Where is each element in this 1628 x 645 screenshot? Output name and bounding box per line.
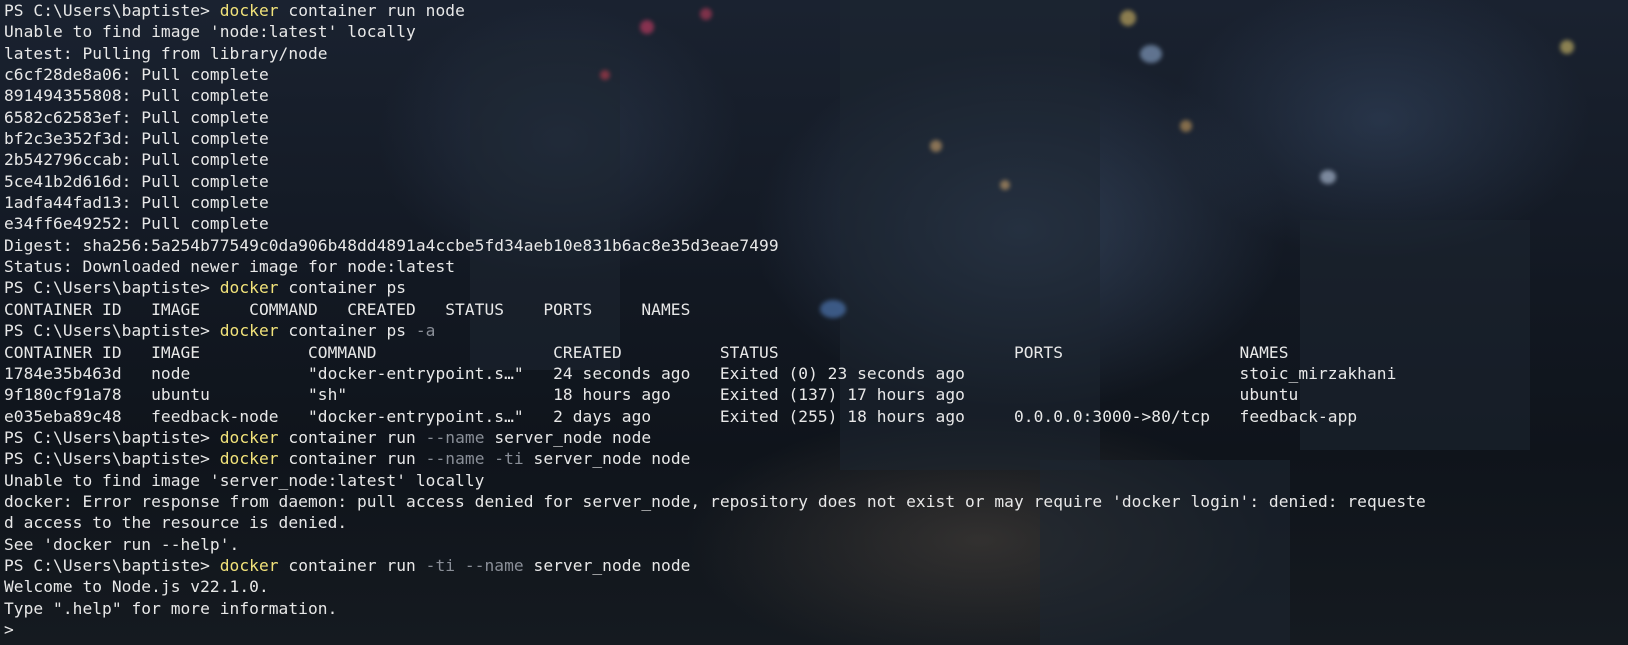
terminal-line: PS C:\Users\baptiste> docker container r… (4, 427, 1426, 448)
terminal-line: Status: Downloaded newer image for node:… (4, 256, 1426, 277)
terminal-text: PS C:\Users\baptiste> (4, 1, 220, 20)
terminal-line: See 'docker run --help'. (4, 534, 1426, 555)
terminal-text: Unable to find image 'node:latest' local… (4, 22, 416, 42)
terminal-text: Digest: sha256:5a254b77549c0da906b48dd48… (4, 235, 779, 255)
terminal-line: PS C:\Users\baptiste> docker container r… (4, 555, 1426, 576)
terminal-line: d access to the resource is denied. (4, 512, 1426, 533)
terminal-text: container ps (278, 278, 407, 298)
command-keyword: docker (219, 1, 279, 20)
terminal-line: PS C:\Users\baptiste> docker container r… (4, 0, 1426, 21)
terminal-line: Digest: sha256:5a254b77549c0da906b48dd48… (4, 235, 1426, 256)
terminal-text: PS C:\Users\baptiste> (4, 321, 220, 341)
terminal-text: 1784e35b463d node "docker-entrypoint.s…"… (4, 363, 1397, 383)
command-flag: -ti --name (425, 555, 524, 575)
command-flag: -a (415, 321, 436, 341)
terminal-text: 891494355808: Pull complete (4, 86, 269, 106)
terminal-text: server_node node (523, 555, 691, 575)
command-flag: --name -ti (425, 449, 524, 469)
terminal-line: latest: Pulling from library/node (4, 43, 1426, 64)
terminal-line: CONTAINER ID IMAGE COMMAND CREATED STATU… (4, 299, 1426, 320)
terminal-line: 1784e35b463d node "docker-entrypoint.s…"… (4, 363, 1426, 384)
terminal-text: CONTAINER ID IMAGE COMMAND CREATED STATU… (4, 342, 1289, 362)
terminal-line: Type ".help" for more information. (4, 598, 1426, 619)
terminal-line: 9f180cf91a78 ubuntu "sh" 18 hours ago Ex… (4, 384, 1426, 405)
terminal-text: PS C:\Users\baptiste> (4, 427, 220, 447)
terminal-text: e34ff6e49252: Pull complete (4, 214, 269, 234)
terminal-text: Unable to find image 'server_node:latest… (4, 470, 485, 490)
terminal-text: PS C:\Users\baptiste> (4, 278, 220, 298)
terminal-line: Welcome to Node.js v22.1.0. (4, 576, 1426, 597)
terminal-text: PS C:\Users\baptiste> (4, 449, 220, 469)
command-keyword: docker (219, 449, 279, 469)
terminal-line: PS C:\Users\baptiste> docker container p… (4, 320, 1426, 341)
terminal-line: c6cf28de8a06: Pull complete (4, 64, 1426, 85)
command-keyword: docker (219, 278, 279, 298)
terminal-text: container run (278, 555, 426, 575)
terminal-line: > (4, 619, 1426, 640)
terminal-line: PS C:\Users\baptiste> docker container r… (4, 448, 1426, 469)
terminal-text: server_node node (523, 449, 691, 469)
terminal-line: 1adfa44fad13: Pull complete (4, 192, 1426, 213)
terminal-line: CONTAINER ID IMAGE COMMAND CREATED STATU… (4, 342, 1426, 363)
command-keyword: docker (219, 321, 279, 341)
terminal-line: Unable to find image 'node:latest' local… (4, 21, 1426, 42)
terminal-text: docker: Error response from daemon: pull… (4, 491, 1426, 511)
terminal-line: 5ce41b2d616d: Pull complete (4, 171, 1426, 192)
input-prompt[interactable]: > (4, 620, 24, 639)
terminal-text: Type ".help" for more information. (4, 598, 338, 618)
terminal-line: e035eba89c48 feedback-node "docker-entry… (4, 406, 1426, 427)
terminal-text: server_node node (484, 427, 652, 447)
terminal-window[interactable]: PS C:\Users\baptiste> docker container r… (0, 0, 1628, 645)
command-keyword: docker (219, 427, 279, 447)
terminal-text: e035eba89c48 feedback-node "docker-entry… (4, 406, 1358, 426)
terminal-text: d access to the resource is denied. (4, 513, 348, 533)
terminal-text: 5ce41b2d616d: Pull complete (4, 171, 269, 191)
terminal-text: PS C:\Users\baptiste> (4, 555, 220, 575)
terminal-line: 2b542796ccab: Pull complete (4, 149, 1426, 170)
terminal-line: PS C:\Users\baptiste> docker container p… (4, 277, 1426, 298)
terminal-line: e34ff6e49252: Pull complete (4, 213, 1426, 234)
command-flag: --name (425, 427, 485, 447)
terminal-line: 6582c62583ef: Pull complete (4, 107, 1426, 128)
terminal-text: container run (278, 449, 426, 469)
terminal-output: PS C:\Users\baptiste> docker container r… (4, 0, 1426, 640)
terminal-text: 1adfa44fad13: Pull complete (4, 193, 269, 213)
terminal-text: 6582c62583ef: Pull complete (4, 107, 269, 127)
terminal-text: Status: Downloaded newer image for node:… (4, 257, 456, 277)
terminal-text: 2b542796ccab: Pull complete (4, 150, 269, 170)
terminal-text: container run (278, 427, 426, 447)
terminal-text: latest: Pulling from library/node (4, 43, 328, 63)
terminal-line: 891494355808: Pull complete (4, 85, 1426, 106)
terminal-text: container ps (278, 321, 416, 341)
terminal-line: Unable to find image 'server_node:latest… (4, 470, 1426, 491)
terminal-text: bf2c3e352f3d: Pull complete (4, 129, 269, 149)
terminal-text: 9f180cf91a78 ubuntu "sh" 18 hours ago Ex… (4, 385, 1299, 405)
command-keyword: docker (219, 555, 279, 575)
terminal-line: bf2c3e352f3d: Pull complete (4, 128, 1426, 149)
terminal-text: CONTAINER ID IMAGE COMMAND CREATED STATU… (4, 299, 691, 319)
terminal-text: container run node (278, 1, 465, 20)
terminal-text: c6cf28de8a06: Pull complete (4, 65, 269, 85)
terminal-text: See 'docker run --help'. (4, 534, 240, 554)
terminal-line: docker: Error response from daemon: pull… (4, 491, 1426, 512)
terminal-text: Welcome to Node.js v22.1.0. (4, 577, 269, 597)
